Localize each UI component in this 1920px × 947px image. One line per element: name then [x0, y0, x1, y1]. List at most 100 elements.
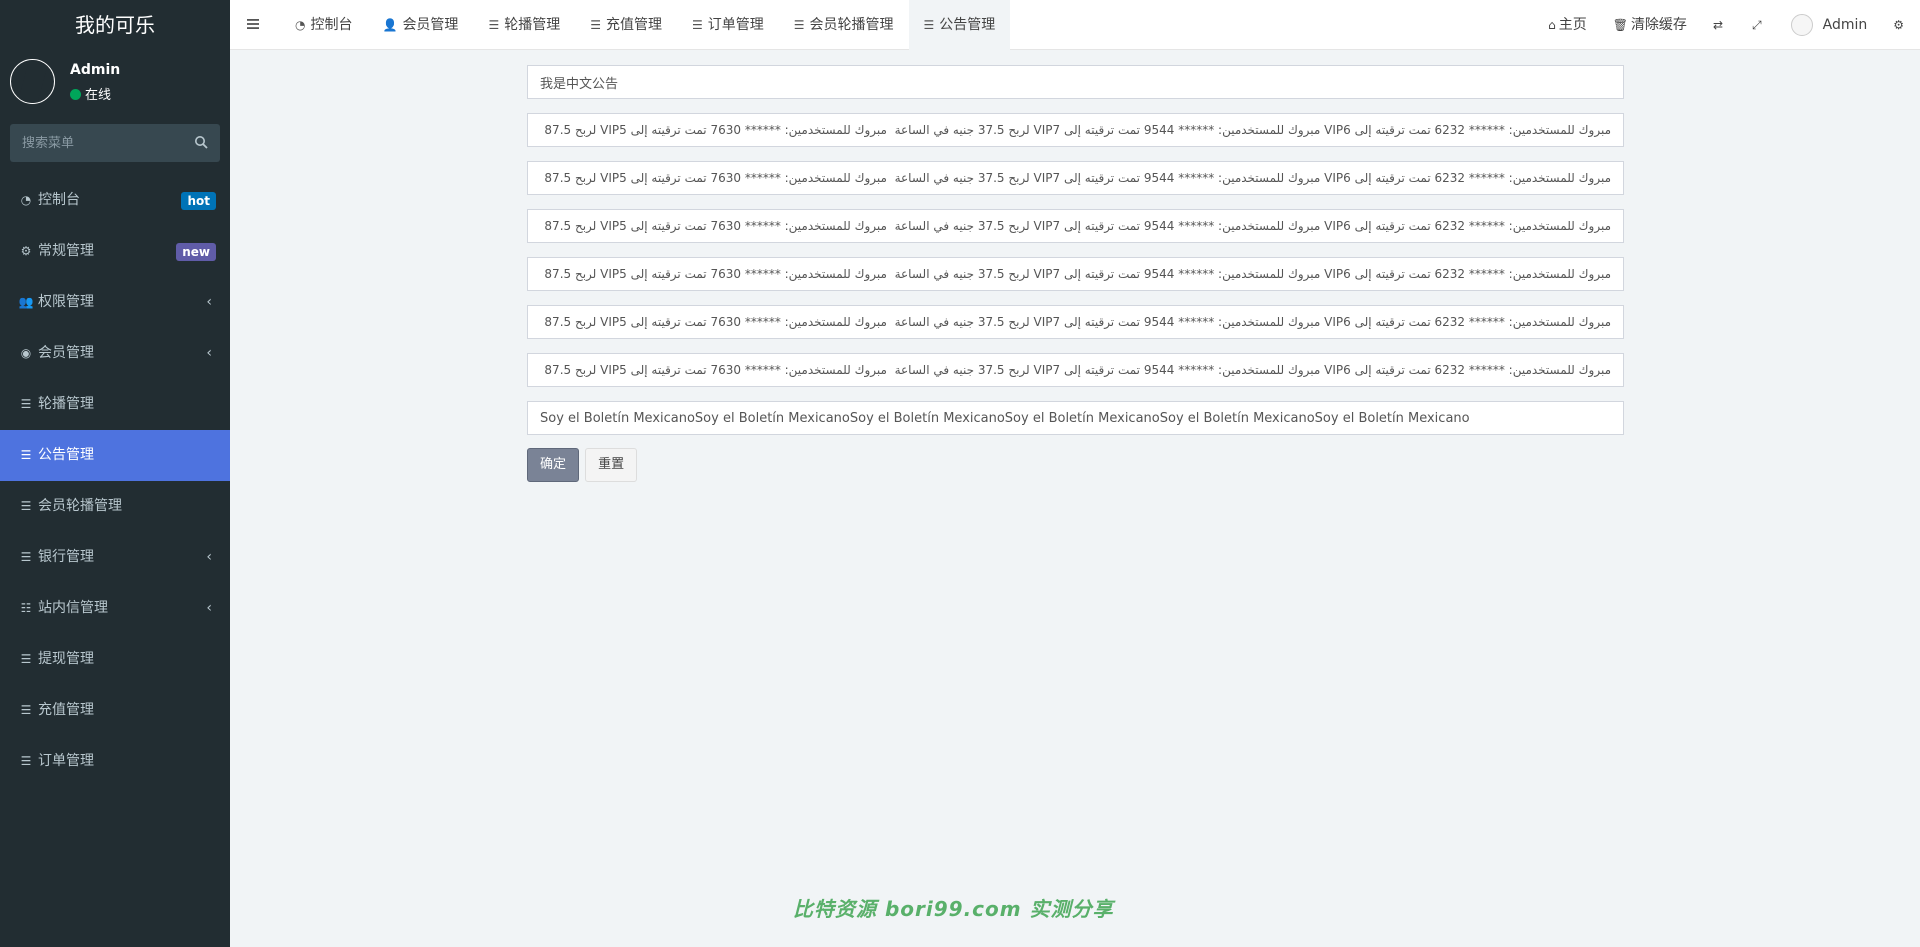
nav-tabs: ◔ 控制台 👤 会员管理 ☰ 轮播管理 ☰ 充值管理 ☰ 订单管理 ☰ 会员轮播管理 ☰ 公告管理 — [280, 0, 1011, 50]
tab-2[interactable]: ☰ 轮播管理 — [473, 0, 575, 50]
list-icon: ☰ — [20, 397, 32, 411]
list-icon: ☰ — [20, 448, 32, 462]
sidebar-item-0[interactable]: ◔ 控制台 hot — [0, 175, 230, 226]
sidebar-item-8[interactable]: ☷ 站内信管理 ‹ — [0, 583, 230, 634]
fullscreen-button[interactable]: ⤢ — [1739, 0, 1778, 50]
watermark: 比特资源 bori99.com 实测分享 — [793, 897, 1114, 921]
announcement-input-4[interactable] — [527, 257, 1624, 291]
sidebar-item-3[interactable]: ◉ 会员管理 ‹ — [0, 328, 230, 379]
menu-badge: new — [176, 243, 216, 261]
sidebar-item-label: 订单管理 — [38, 753, 94, 769]
announcement-input-5[interactable] — [527, 305, 1624, 339]
announcement-input-6[interactable] — [527, 353, 1624, 387]
tab-label: 会员轮播管理 — [809, 17, 894, 33]
tab-5[interactable]: ☰ 会员轮播管理 — [779, 0, 909, 50]
user-status-label: 在线 — [85, 88, 112, 103]
tab-label: 轮播管理 — [504, 17, 561, 33]
dashboard-icon: ◔ — [20, 193, 32, 207]
announcement-input-1[interactable] — [527, 113, 1624, 147]
form-actions: 确定 重置 — [527, 448, 638, 482]
sidebar-item-label: 银行管理 — [38, 549, 94, 565]
menu-badge: hot — [181, 192, 216, 210]
tab-4[interactable]: ☰ 订单管理 — [677, 0, 779, 50]
home-link[interactable]: ⌂ 主页 — [1535, 0, 1600, 50]
cogs-icon: ⚙ — [1893, 18, 1904, 32]
tab-label: 控制台 — [310, 17, 353, 33]
sidebar-item-11[interactable]: ☰ 订单管理 — [0, 736, 230, 787]
sidebar-item-label: 常规管理 — [38, 243, 94, 259]
menu-search-input[interactable] — [10, 124, 180, 162]
sidebar-item-4[interactable]: ☰ 轮播管理 — [0, 379, 230, 430]
chevron-left-icon: ‹ — [206, 549, 212, 565]
clear-cache-button[interactable]: 🗑 清除缓存 — [1600, 0, 1700, 50]
tab-1[interactable]: 👤 会员管理 — [367, 0, 473, 50]
fullscreen-icon: ⤢ — [1752, 18, 1762, 32]
sidebar-item-2[interactable]: 👥 权限管理 ‹ — [0, 277, 230, 328]
form-row: 印度公告: — [230, 161, 1920, 195]
sidebar-item-5[interactable]: ☰ 公告管理 — [0, 430, 230, 481]
list-ul-icon: ☷ — [20, 601, 32, 615]
sidebar-item-label: 站内信管理 — [38, 600, 108, 616]
tab-label: 公告管理 — [939, 17, 996, 33]
user-name: Admin — [70, 62, 121, 78]
top-navbar: ◔ 控制台 👤 会员管理 ☰ 轮播管理 ☰ 充值管理 ☰ 订单管理 ☰ 会员轮播管理 ☰ 公告管理 ⌂ 主页… — [230, 0, 1920, 50]
sidebar-item-7[interactable]: ☰ 银行管理 ‹ — [0, 532, 230, 583]
sidebar: 我的可乐 Admin 在线 ◔ 控制台 hot ⚙ 常规管理 new 👥 权限管理 ‹ ◉ 会员管理… — [0, 0, 230, 947]
sidebar-item-10[interactable]: ☰ 充值管理 — [0, 685, 230, 736]
admin-avatar — [1790, 14, 1813, 36]
trash-icon: 🗑 — [1612, 18, 1628, 32]
form-row: 英文公告: — [230, 113, 1920, 147]
dashboard-icon: ◔ — [295, 18, 306, 32]
admin-menu[interactable]: Admin — [1778, 0, 1881, 50]
list-icon: ☰ — [20, 499, 32, 513]
sidebar-item-label: 权限管理 — [38, 294, 94, 310]
list-icon: ☰ — [20, 652, 32, 666]
navbar-right: ⌂ 主页 🗑 清除缓存 ⇄ ⤢ Admin ⚙ — [1535, 0, 1920, 50]
chevron-left-icon: ‹ — [206, 294, 212, 310]
sidebar-item-label: 控制台 — [38, 192, 80, 208]
tab-label: 订单管理 — [707, 17, 764, 33]
announcement-input-3[interactable] — [527, 209, 1624, 243]
group-icon: 👥 — [18, 295, 34, 309]
sidebar-toggle-icon[interactable] — [246, 17, 260, 31]
form-row: 孟加拉公告: — [230, 305, 1920, 339]
home-label: 主页 — [1558, 17, 1587, 33]
form-row: 巴基斯坦公告: — [230, 353, 1920, 387]
form-row: 印尼公告: — [230, 209, 1920, 243]
home-icon: ⌂ — [1548, 18, 1556, 32]
chevron-left-icon: ‹ — [206, 600, 212, 616]
brand-title[interactable]: 我的可乐 — [0, 0, 230, 50]
search-icon[interactable] — [194, 135, 208, 149]
reset-button[interactable]: 重置 — [585, 448, 638, 482]
admin-label: Admin — [1822, 17, 1868, 33]
announcement-input-2[interactable] — [527, 161, 1624, 195]
tab-label: 充值管理 — [605, 17, 662, 33]
list-icon: ☰ — [20, 703, 32, 717]
sidebar-item-label: 会员管理 — [38, 345, 94, 361]
tab-0[interactable]: ◔ 控制台 — [280, 0, 367, 50]
tab-3[interactable]: ☰ 充值管理 — [575, 0, 677, 50]
list-icon: ☰ — [20, 754, 32, 768]
sidebar-item-6[interactable]: ☰ 会员轮播管理 — [0, 481, 230, 532]
tab-6[interactable]: ☰ 公告管理 — [908, 0, 1011, 50]
cogs-icon: ⚙ — [20, 244, 32, 258]
translate-icon: ⇄ — [1712, 18, 1723, 32]
settings-button[interactable]: ⚙ — [1880, 0, 1920, 50]
announcement-input-7[interactable] — [527, 401, 1624, 435]
sidebar-item-9[interactable]: ☰ 提现管理 — [0, 634, 230, 685]
user-panel: Admin 在线 — [0, 50, 230, 114]
sidebar-item-label: 会员轮播管理 — [38, 498, 122, 514]
tab-label: 会员管理 — [402, 17, 459, 33]
form-row: 中文公告: — [230, 65, 1920, 99]
language-button[interactable]: ⇄ — [1700, 0, 1739, 50]
submit-button[interactable]: 确定 — [527, 448, 580, 482]
sidebar-item-label: 轮播管理 — [38, 396, 94, 412]
announcement-input-0[interactable] — [527, 65, 1624, 99]
form-row: 菲律宾公告: — [230, 257, 1920, 291]
list-icon: ☰ — [691, 18, 703, 32]
list-icon: ☰ — [488, 18, 500, 32]
user-status: 在线 — [70, 84, 111, 103]
sidebar-item-1[interactable]: ⚙ 常规管理 new — [0, 226, 230, 277]
list-icon: ☰ — [793, 18, 805, 32]
sidebar-item-label: 充值管理 — [38, 702, 94, 718]
